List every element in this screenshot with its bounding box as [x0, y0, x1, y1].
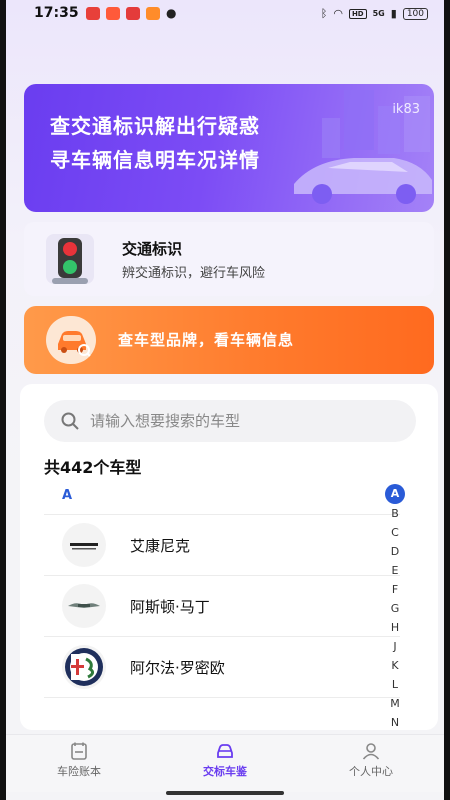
index-letter-c[interactable]: C: [380, 523, 410, 542]
notification-icons: ●: [86, 7, 180, 20]
divider: [44, 697, 400, 698]
status-time: 17:35: [34, 5, 79, 21]
index-letter-e[interactable]: E: [380, 561, 410, 580]
status-bar: 17:35 ● ᛒ ◠ HD 5G ▮ 100: [6, 0, 444, 28]
index-letter-d[interactable]: D: [380, 542, 410, 561]
alfa-romeo-logo-icon: [62, 645, 106, 689]
app-screen: 17:35 ● ᛒ ◠ HD 5G ▮ 100 查交通标识解出行疑惑 寻车辆信息…: [6, 0, 444, 800]
index-letter-h[interactable]: H: [380, 618, 410, 637]
video-app-icon: [86, 7, 100, 20]
search-icon: [61, 412, 79, 430]
car-icon: [217, 744, 233, 758]
nav-label: 车险账本: [57, 765, 101, 778]
index-letter-m[interactable]: M: [380, 694, 410, 713]
person-icon: [362, 743, 380, 760]
wechat-icon: ●: [166, 6, 177, 20]
mail-app-icon: [126, 7, 140, 20]
list-item[interactable]: 阿斯顿·马丁: [44, 576, 384, 636]
index-letter-f[interactable]: F: [380, 580, 410, 599]
signal-bars-icon: ▮: [390, 7, 397, 20]
list-item-name: 阿斯顿·马丁: [130, 598, 210, 616]
search-input[interactable]: [90, 400, 400, 442]
list-item-name: 阿尔法·罗密欧: [130, 659, 225, 677]
status-icons: ᛒ ◠ HD 5G ▮ 100: [321, 7, 428, 20]
index-letter-b[interactable]: B: [380, 504, 410, 523]
index-letter-j[interactable]: J: [380, 637, 410, 656]
alphabet-index[interactable]: A B C D E F G H J K L M N: [380, 484, 410, 730]
news-app-icon: [146, 7, 160, 20]
list-item[interactable]: 艾康尼克: [44, 515, 384, 575]
banner-headline: 查交通标识解出行疑惑: [50, 114, 260, 138]
section-header-a: A: [62, 488, 73, 503]
shop-app-icon: [106, 7, 120, 20]
traffic-light-icon: [46, 234, 94, 284]
index-letter-l[interactable]: L: [380, 675, 410, 694]
car-brand-card[interactable]: 查车型品牌，看车辆信息: [24, 306, 434, 374]
battery-icon: 100: [402, 7, 428, 20]
hd-icon: HD: [348, 8, 367, 19]
list-item[interactable]: 阿尔法·罗密欧: [44, 637, 384, 697]
index-letter-n[interactable]: N: [380, 713, 410, 730]
wifi-icon: ◠: [333, 7, 343, 20]
ledger-icon: [71, 742, 87, 760]
banner-tag: ik83: [392, 102, 420, 117]
car-brand-card-text: 查车型品牌，看车辆信息: [118, 331, 295, 349]
sign-card-title: 交通标识: [122, 240, 183, 258]
nav-traffic-car[interactable]: 交标车鉴: [152, 735, 298, 793]
list-item-name: 艾康尼克: [130, 537, 191, 555]
nav-profile[interactable]: 个人中心: [298, 735, 444, 793]
search-bar[interactable]: [44, 400, 416, 442]
index-letter-k[interactable]: K: [380, 656, 410, 675]
sign-card-subtitle: 辨交通标识，避行车风险: [122, 266, 266, 281]
car-search-icon: [46, 316, 96, 364]
index-letter-g[interactable]: G: [380, 599, 410, 618]
hero-banner[interactable]: 查交通标识解出行疑惑 寻车辆信息明车况详情 ik83: [24, 84, 434, 212]
bluetooth-icon: ᛒ: [320, 7, 328, 20]
nav-label: 交标车鉴: [203, 765, 247, 778]
nav-insurance-ledger[interactable]: 车险账本: [6, 735, 152, 793]
model-count: 共442个车型: [44, 458, 142, 477]
traffic-sign-card[interactable]: 交通标识 辨交通标识，避行车风险: [24, 222, 434, 296]
home-indicator[interactable]: [166, 791, 284, 795]
signal-icon: 5G: [372, 9, 385, 18]
car-model-list-card: 共442个车型 A 艾康尼克 阿斯顿·马丁: [20, 384, 438, 730]
bottom-nav: 车险账本 交标车鉴 个人中心: [6, 734, 444, 792]
index-letter-a[interactable]: A: [385, 484, 405, 504]
icona-logo-icon: [62, 523, 106, 567]
nav-label: 个人中心: [349, 765, 393, 778]
aston-martin-logo-icon: [62, 584, 106, 628]
banner-subheadline: 寻车辆信息明车况详情: [50, 148, 260, 172]
